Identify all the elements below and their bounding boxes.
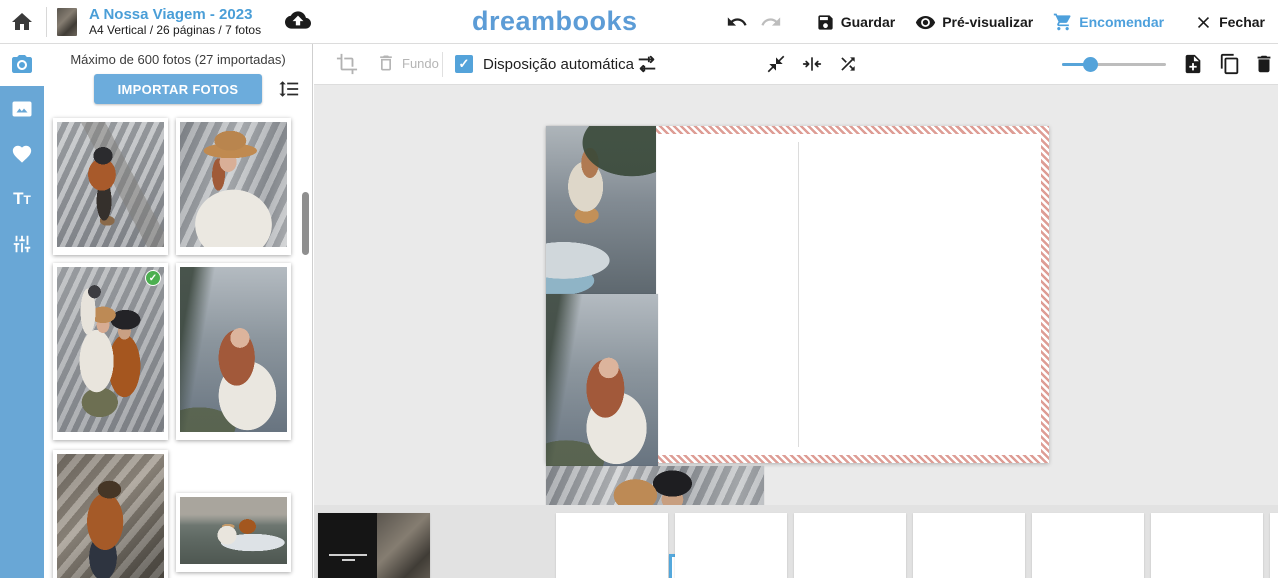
undo-button[interactable] — [726, 11, 748, 33]
photo-boat-couple — [180, 497, 287, 564]
spread-photo-lake-woman[interactable] — [546, 294, 658, 466]
photo-thumbnail-woman-hat[interactable] — [176, 118, 291, 255]
cloud-upload-icon — [283, 7, 313, 33]
delete-page-button[interactable] — [1253, 53, 1275, 78]
photo-thumbnail-marble-man[interactable] — [53, 118, 168, 255]
copy-icon — [1219, 53, 1241, 75]
save-button[interactable]: Guardar — [816, 13, 895, 32]
crop-button[interactable] — [336, 53, 358, 78]
redo-icon — [760, 11, 782, 33]
undo-icon — [726, 11, 748, 33]
preview-label: Pré-visualizar — [942, 14, 1033, 30]
left-toolbar-rail: TT — [0, 44, 44, 578]
project-subtitle: A4 Vertical / 26 páginas / 7 fotos — [89, 24, 261, 38]
redo-button[interactable] — [760, 11, 782, 33]
logo: dreambooks — [472, 6, 638, 37]
rail-tools: TT — [0, 86, 44, 578]
zoom-slider[interactable] — [1062, 44, 1166, 85]
photo-thumbnail-boat-couple[interactable] — [176, 493, 291, 572]
photo-woman-hat — [180, 122, 287, 247]
cover-photo — [377, 513, 430, 578]
cloud-sync-button[interactable] — [283, 7, 313, 38]
trash-outline-icon — [376, 53, 396, 73]
crop-icon — [336, 53, 358, 75]
book-spread[interactable] — [546, 126, 1049, 463]
shuffle-icon — [838, 54, 858, 74]
delete-background-button[interactable]: Fundo — [376, 53, 439, 73]
home-icon — [10, 10, 34, 34]
page-thumbnail-pages-3-4[interactable] — [556, 513, 668, 578]
save-icon — [816, 13, 835, 32]
shrink-layout-button[interactable] — [766, 54, 786, 77]
trash-icon — [1253, 53, 1275, 75]
photo-used-badge: ✓ — [145, 270, 161, 286]
text-icon: TT — [13, 190, 31, 207]
project-title: A Nossa Viagem - 2023 — [89, 6, 261, 23]
pages-strip-background — [314, 505, 1278, 578]
tool-adjustments-button[interactable] — [0, 221, 44, 266]
topbar-divider — [46, 7, 47, 37]
tool-favorites-button[interactable] — [0, 131, 44, 176]
tool-text-button[interactable]: TT — [0, 176, 44, 221]
spread-photo-boat-reach[interactable] — [546, 126, 656, 294]
arrows-to-center-icon — [802, 54, 822, 74]
preview-button[interactable]: Pré-visualizar — [915, 12, 1033, 33]
pages-strip — [314, 505, 1278, 578]
tool-photos-button[interactable] — [0, 86, 44, 131]
toolbar-divider — [442, 52, 443, 77]
layout-options-button[interactable] — [636, 53, 658, 78]
image-icon — [10, 97, 34, 121]
auto-layout-checkbox[interactable]: ✓ — [455, 55, 473, 73]
background-label: Fundo — [402, 56, 439, 71]
photo-thumbnail-boat-man[interactable] — [53, 450, 168, 578]
order-label: Encomendar — [1079, 14, 1164, 30]
order-button[interactable]: Encomendar — [1053, 12, 1164, 32]
shuffle-layout-button[interactable] — [838, 54, 858, 77]
photo-selfie-couple — [57, 267, 164, 432]
collapse-icon — [766, 54, 786, 74]
adjustments-icon — [11, 233, 33, 255]
page-thumbnail-pages-15-16[interactable] — [1270, 513, 1278, 578]
photo-boat-man — [57, 454, 164, 578]
close-button[interactable]: Fechar — [1194, 13, 1265, 32]
tune-icon — [636, 53, 658, 75]
eye-icon — [915, 12, 936, 33]
save-label: Guardar — [841, 14, 895, 30]
close-label: Fechar — [1219, 14, 1265, 30]
page-thumbnail-pages-5-6[interactable] — [675, 513, 787, 578]
add-page-button[interactable] — [1182, 53, 1204, 78]
page-thumbnail-pages-7-8[interactable] — [794, 513, 906, 578]
photo-grid: ✓ — [44, 44, 312, 578]
photo-thumbnail-lake-woman[interactable] — [176, 263, 291, 440]
photos-scrollbar[interactable] — [302, 192, 309, 255]
canvas — [314, 85, 1278, 578]
close-icon — [1194, 13, 1213, 32]
photo-thumbnail-selfie-couple[interactable]: ✓ — [53, 263, 168, 440]
duplicate-page-button[interactable] — [1219, 53, 1241, 78]
page-thumbnail-pages-13-14[interactable] — [1151, 513, 1263, 578]
home-button[interactable] — [10, 10, 34, 34]
photo-marble-man — [57, 122, 164, 247]
zoom-slider-handle[interactable] — [1083, 57, 1098, 72]
topbar: A Nossa Viagem - 2023 A4 Vertical / 26 p… — [0, 0, 1278, 44]
page-thumbnail-pages-11-12[interactable] — [1032, 513, 1144, 578]
cover-title-lines — [329, 554, 367, 561]
page-thumbnail-pages-9-10[interactable] — [913, 513, 1025, 578]
add-page-icon — [1182, 53, 1204, 75]
project-cover-thumbnail[interactable] — [57, 8, 77, 36]
tool-camera-button[interactable] — [0, 44, 44, 86]
photo-lake-woman — [180, 267, 287, 432]
editor-toolbar: Fundo ✓ Disposição automática — [314, 44, 1278, 85]
camera-icon — [10, 53, 34, 77]
heart-icon — [11, 143, 33, 165]
photos-panel: Máximo de 600 fotos (27 importadas) IMPO… — [44, 44, 313, 578]
auto-layout-label: Disposição automática — [483, 44, 634, 85]
cart-icon — [1053, 12, 1073, 32]
merge-pages-button[interactable] — [802, 54, 822, 77]
page-thumbnail-cover[interactable] — [318, 513, 430, 578]
spread-photos — [546, 126, 1049, 463]
